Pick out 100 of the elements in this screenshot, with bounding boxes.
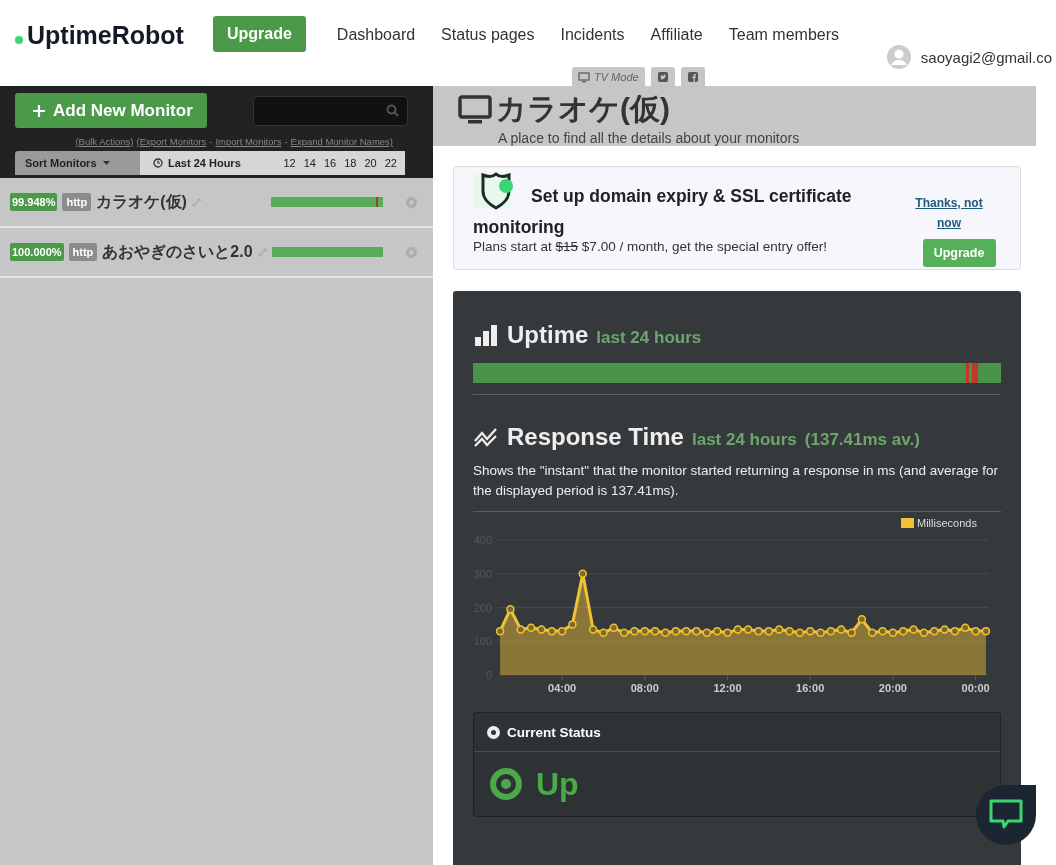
data-point xyxy=(774,625,784,634)
plus-icon xyxy=(33,104,45,117)
hour-label: 18 xyxy=(344,157,357,169)
data-point xyxy=(971,626,980,636)
bird-icon xyxy=(656,70,669,83)
data-point xyxy=(712,626,722,636)
monitor-action-link[interactable]: Expand Monitor Names) xyxy=(290,136,393,147)
data-point xyxy=(785,626,794,636)
monitor-subtitle: A place to find all the details about your monitors xyxy=(498,130,801,146)
data-point xyxy=(526,623,536,632)
average-label: (137.41ms av.) xyxy=(804,430,920,450)
data-point xyxy=(681,626,691,636)
nav-link[interactable]: Status pages xyxy=(428,26,548,44)
data-point xyxy=(609,623,619,632)
data-point xyxy=(950,626,960,636)
data-point xyxy=(919,628,929,638)
monitor-icon xyxy=(578,70,590,83)
nav-link[interactable]: Affiliate xyxy=(637,26,716,44)
dismiss-link[interactable]: Thanks, not now xyxy=(908,193,990,233)
data-point xyxy=(816,628,825,638)
monitor-title: カラオケ(仮) xyxy=(496,91,670,127)
data-point xyxy=(723,628,732,638)
monitor-action-link[interactable]: Import Monitors xyxy=(215,136,282,147)
logo[interactable]: UptimeRobot xyxy=(27,21,184,50)
data-point xyxy=(867,628,877,638)
monitor-action-link[interactable]: (Export Monitors xyxy=(136,136,207,147)
hour-label: 16 xyxy=(324,157,337,169)
period-label: last 24 hours xyxy=(691,430,797,450)
tv-mode-tab[interactable]: TV Mode xyxy=(572,67,645,86)
data-point xyxy=(909,625,918,634)
data-point xyxy=(805,626,815,636)
monitor-icon xyxy=(458,94,492,125)
data-point xyxy=(557,626,567,636)
axis-label: 12:00 xyxy=(713,682,742,694)
data-point xyxy=(588,625,598,634)
link-separator: - xyxy=(209,136,213,147)
status-dot-icon xyxy=(490,768,522,800)
settings-icon[interactable] xyxy=(405,245,418,259)
data-point xyxy=(836,625,846,634)
type-badge: http xyxy=(62,193,92,211)
nav-link[interactable]: Incidents xyxy=(547,26,638,44)
facebook-tab[interactable] xyxy=(680,67,705,86)
axis-label: 04:00 xyxy=(548,682,577,694)
period-label: last 24 hours xyxy=(596,328,702,348)
uptime-badge: 99.948% xyxy=(10,193,58,211)
hour-label: 22 xyxy=(384,157,397,169)
clock-icon xyxy=(153,158,163,168)
data-point xyxy=(537,625,546,634)
data-point xyxy=(578,569,587,578)
data-point xyxy=(754,626,763,636)
section-title: Uptime xyxy=(507,321,589,349)
hour-label: 14 xyxy=(303,157,316,169)
monitor-action-link[interactable]: (Bulk Actions) xyxy=(75,136,134,147)
uptime-badge: 100.000% xyxy=(10,243,64,261)
link-icon[interactable] xyxy=(191,197,201,207)
data-point xyxy=(899,626,908,636)
data-point xyxy=(743,625,753,634)
logo-dot-icon xyxy=(15,35,23,44)
data-point xyxy=(795,628,805,638)
period-label: Last 24 Hours xyxy=(168,157,241,169)
data-point xyxy=(981,626,991,636)
data-point xyxy=(640,626,650,636)
shield-icon xyxy=(473,171,515,212)
data-point xyxy=(630,626,639,636)
nav-link[interactable]: Dashboard xyxy=(323,26,429,44)
data-point xyxy=(599,628,608,638)
bar-chart-icon xyxy=(473,323,499,347)
data-point xyxy=(506,604,515,614)
twitter-tab[interactable] xyxy=(650,67,675,86)
data-point xyxy=(826,626,836,636)
data-point xyxy=(692,626,701,636)
settings-icon[interactable] xyxy=(405,195,418,209)
data-point xyxy=(878,626,887,636)
user-email[interactable]: saoyagi2@gmail.co xyxy=(920,48,1052,66)
sort-monitors-button[interactable]: Sort Monitors xyxy=(15,151,140,175)
data-point xyxy=(888,628,898,638)
hour-label: 20 xyxy=(364,157,377,169)
axis-label: 08:00 xyxy=(630,682,659,694)
search-icon xyxy=(386,104,399,117)
data-point xyxy=(733,625,743,634)
nav-link[interactable]: Team members xyxy=(715,26,852,44)
avatar-icon[interactable] xyxy=(886,45,911,69)
radio-dot-icon xyxy=(487,725,500,739)
caret-icon xyxy=(102,161,110,165)
search-field[interactable] xyxy=(253,95,408,126)
monitor-name[interactable]: あおやぎのさいと2.0 xyxy=(102,241,253,263)
data-point xyxy=(650,626,660,636)
response-description: Shows the "instant" that the monitor started returning a response in ms (and average for the displayed period is 137.41ms). xyxy=(473,462,1000,500)
f-icon xyxy=(686,70,699,83)
type-badge: http xyxy=(68,243,98,261)
status-label: Up xyxy=(536,765,579,803)
data-point xyxy=(671,626,681,636)
data-point xyxy=(940,625,949,634)
link-icon[interactable] xyxy=(257,247,267,257)
legend-label: Milliseconds xyxy=(917,517,977,529)
data-point xyxy=(702,628,712,638)
data-point xyxy=(764,626,774,636)
data-point xyxy=(847,628,856,638)
monitor-name[interactable]: カラオケ(仮) xyxy=(96,191,187,213)
data-point xyxy=(961,623,970,632)
